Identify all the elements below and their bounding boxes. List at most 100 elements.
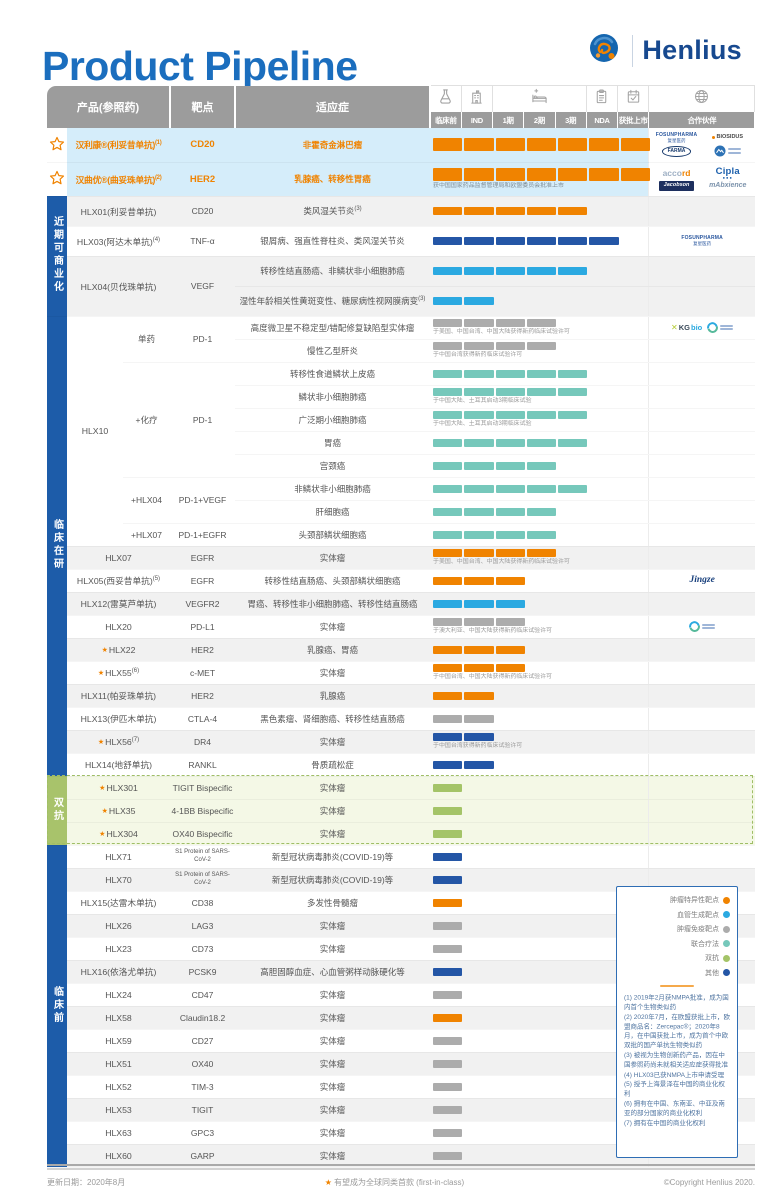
phase-bar — [433, 715, 648, 723]
partner-cell — [649, 431, 755, 454]
indication-text: 胃癌、转移性非小细胞肺癌、转移性结直肠癌 — [235, 592, 430, 615]
target-cell: PD-1 — [170, 316, 235, 362]
phase-bar — [433, 761, 648, 769]
target-name: CD38 — [192, 898, 214, 908]
phase-bar-cell — [430, 454, 649, 477]
indication-text: 非霍奇金淋巴瘤 — [235, 128, 430, 162]
partner-cell — [649, 799, 755, 822]
section-label: 临床前 — [50, 986, 65, 1025]
indication-text: 乳腺癌、胃癌 — [235, 638, 430, 661]
legend-label: 肿瘤特异性靶点 — [670, 895, 719, 905]
product-name: 汉利康®(利妥昔单抗)(1) — [67, 128, 170, 162]
product-name: HLX51 — [67, 1052, 170, 1075]
indication-text: 实体瘤 — [235, 661, 430, 684]
indication-text: 实体瘤 — [235, 1052, 430, 1075]
phase-bar — [433, 733, 648, 741]
pipeline-row: HLX03(阿达木单抗)(4)TNF-α银屑病、强直性脊柱炎、类风湿关节炎FOS… — [47, 226, 755, 256]
col-header-target: 靶点 — [170, 86, 235, 129]
first-in-class-star-icon: ★ — [102, 808, 108, 815]
target-cell: TNF-α — [170, 226, 235, 256]
logo-divider — [632, 35, 633, 67]
target-cell: HER2 — [170, 638, 235, 661]
blue-swirl-logo-icon — [689, 621, 700, 632]
approved-star-cell — [47, 128, 67, 162]
indication-text: 银屑病、强直性脊柱炎、类风湿关节炎 — [235, 226, 430, 256]
indication-text: 实体瘤 — [235, 822, 430, 845]
target-cell: CD20 — [170, 128, 235, 162]
approved-star-icon — [49, 170, 65, 186]
target-cell: c-MET — [170, 661, 235, 684]
phase-bar — [433, 237, 648, 245]
indication-text: 慢性乙型肝炎 — [235, 339, 430, 362]
partner-cell — [649, 256, 755, 286]
target-name: 4-1BB Bispecific — [172, 806, 234, 816]
bar-note: 于中国台湾获得新药临床试验许可 — [433, 352, 616, 359]
target-cell: CTLA-4 — [170, 707, 235, 730]
phase-bar — [433, 692, 648, 700]
legend-item: 血管生成靶点 — [624, 910, 730, 920]
col-header-partner: 合作伙伴 — [649, 112, 755, 128]
partner-cell — [649, 753, 755, 776]
partner-cell — [649, 684, 755, 707]
phase-bar-cell — [430, 196, 649, 226]
pipeline-row: 临床前HLX71S1 Protein of SARS-CoV-2新型冠状病毒肺炎… — [47, 845, 755, 868]
phase-bar-cell: 于中国大陆、土耳其启动3期临床试验 — [430, 408, 649, 431]
phase-bar-cell: 获中国国家药品监督管理局和欧盟委员会批准上市 — [430, 162, 649, 196]
product-name: ★HLX35 — [67, 799, 170, 822]
target-name: EGFR — [191, 553, 215, 563]
legend-dot-icon — [723, 897, 730, 904]
legend-item: 肿瘤特异性靶点 — [624, 895, 730, 905]
pipeline-row: +化疗PD-1转移性食道鳞状上皮癌 — [47, 362, 755, 385]
target-cell: TIGIT — [170, 1098, 235, 1121]
product-name: ★HLX55(6) — [67, 661, 170, 684]
phase-bar — [433, 876, 648, 884]
page-title: Product Pipeline — [42, 43, 358, 90]
legend-item: 肿瘤免疫靶点 — [624, 924, 730, 934]
star-icon: ★ — [325, 1178, 332, 1187]
phase-bar-cell — [430, 799, 649, 822]
pipeline-row: 汉曲优®(曲妥珠单抗)(2)HER2乳腺癌、转移性胃癌获中国国家药品监督管理局和… — [47, 162, 755, 196]
indication-text: 实体瘤 — [235, 1006, 430, 1029]
partner-logo-mark — [714, 145, 741, 157]
product-name: 汉曲优®(曲妥珠单抗)(2) — [67, 162, 170, 196]
company-name: Henlius — [642, 35, 742, 66]
legend-divider — [660, 985, 694, 988]
partner-logo-mabxience: mAbxience — [709, 182, 746, 189]
legend-label: 联合疗法 — [691, 939, 719, 949]
phase-bar-cell: 于中国大陆、土耳其启动3期临床试验 — [430, 385, 649, 408]
combo-label: +HLX04 — [123, 477, 170, 523]
phase-bar-cell — [430, 707, 649, 730]
pipeline-row: HLX12(雷莫芦单抗)VEGFR2胃癌、转移性非小细胞肺癌、转移性结直肠癌 — [47, 592, 755, 615]
product-name: ★HLX56(7) — [67, 730, 170, 753]
phase-label: NDA — [586, 112, 617, 128]
phase-bar — [433, 531, 648, 539]
product-name: HLX05(西妥昔单抗)(5) — [67, 569, 170, 592]
partner-cell — [649, 707, 755, 730]
footnote-item: (6) 拥有在中国、东南亚、中亚及南亚的部分国家的商业化权利 — [624, 1100, 731, 1118]
section-strip-recent: 近期可商业化 — [47, 196, 67, 316]
legend: 肿瘤特异性靶点血管生成靶点肿瘤免疫靶点联合疗法双抗其他 — [624, 895, 730, 978]
target-cell: TIGIT Bispecific — [170, 776, 235, 799]
target-cell: VEGFR2 — [170, 592, 235, 615]
indication-text: 实体瘤 — [235, 776, 430, 799]
first-in-class-star-icon: ★ — [99, 785, 105, 792]
indication-text: 黑色素瘤、肾细胞癌、转移性结直肠癌 — [235, 707, 430, 730]
product-name: HLX15(达雷木单抗) — [67, 891, 170, 914]
target-name: RANKL — [188, 760, 216, 770]
legend-item: 其他 — [624, 968, 730, 978]
phase-label: 3期 — [555, 112, 586, 128]
target-name: PD-L1 — [190, 622, 214, 632]
indication-text: 实体瘤 — [235, 1121, 430, 1144]
indication-text: 类风湿关节炎(3) — [235, 196, 430, 226]
indication-text: 骨质疏松症 — [235, 753, 430, 776]
product-name: HLX03(阿达木单抗)(4) — [67, 226, 170, 256]
target-name: HER2 — [191, 691, 214, 701]
target-cell: CD27 — [170, 1029, 235, 1052]
bar-note: 于中国大陆、土耳其启动3期临床试验 — [433, 398, 616, 405]
product-name: ★HLX301 — [67, 776, 170, 799]
clipboard-icon — [593, 88, 610, 105]
phase-label: 1期 — [493, 112, 524, 128]
target-name: CTLA-4 — [188, 714, 217, 724]
partner-cell — [649, 615, 755, 638]
partner-cell: accordCipla●●●JacobsonmAbxience — [649, 162, 755, 196]
